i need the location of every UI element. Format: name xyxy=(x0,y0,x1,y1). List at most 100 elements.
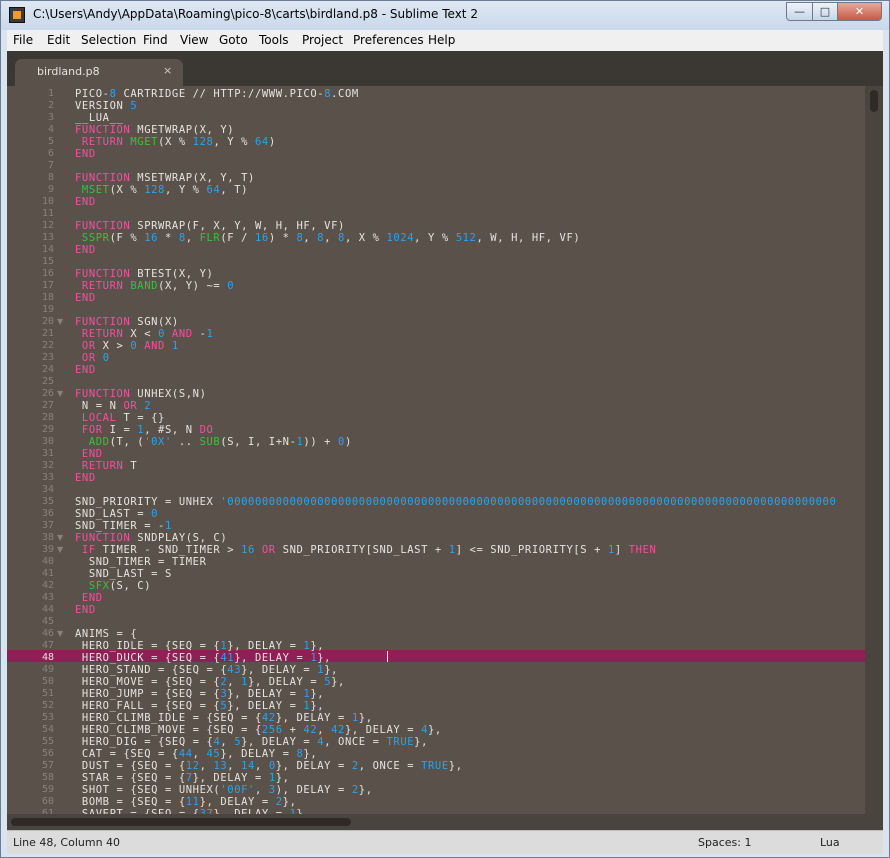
code-token: SPRWRAP(F, X, Y, W, H, HF, VF) xyxy=(130,220,345,232)
maximize-button[interactable]: □ xyxy=(812,2,838,21)
code-line[interactable]: SHOT = {SEQ = UNHEX('00F', 3), DELAY = 2… xyxy=(75,784,373,796)
code-line[interactable]: IF TIMER - SND_TIMER > 16 OR SND_PRIORIT… xyxy=(75,544,656,556)
code-line[interactable]: HERO_JUMP = {SEQ = {3}, DELAY = 1}, xyxy=(75,688,324,700)
menu-view[interactable]: View xyxy=(180,33,208,47)
code-line[interactable]: SND_TIMER = TIMER xyxy=(75,556,207,568)
menu-project[interactable]: Project xyxy=(302,33,343,47)
code-line[interactable]: SSPR(F % 16 * 8, FLR(F / 16) * 8, 8, 8, … xyxy=(75,232,580,244)
code-line[interactable]: END xyxy=(75,148,96,160)
code-line[interactable]: END xyxy=(75,196,96,208)
code-line[interactable]: END xyxy=(75,592,103,604)
code-token: DO xyxy=(199,424,214,436)
code-line[interactable]: FUNCTION MGETWRAP(X, Y) xyxy=(75,124,234,136)
code-line[interactable]: HERO_DIG = {SEQ = {4, 5}, DELAY = 4, ONC… xyxy=(75,736,428,748)
code-line[interactable]: END xyxy=(75,604,96,616)
code-editor[interactable]: 1 2 3 4 5 6 7 8 9 10 11 12 13 14 15 16 17 18 19 20 ▼ 21 22 23 24… xyxy=(7,86,883,830)
close-window-button[interactable]: ✕ xyxy=(837,2,882,21)
vertical-scrollbar[interactable] xyxy=(865,86,883,814)
code-token: 0 xyxy=(227,280,235,292)
code-token: '00F' xyxy=(220,784,255,796)
code-line[interactable]: ANIMS = { xyxy=(75,628,137,640)
fold-arrow-icon[interactable]: ▼ xyxy=(57,628,63,640)
menu-find[interactable]: Find xyxy=(143,33,168,47)
code-line[interactable]: FUNCTION SGN(X) xyxy=(75,316,179,328)
code-line[interactable]: END xyxy=(75,364,96,376)
code-token: THEN xyxy=(628,544,657,556)
code-line[interactable]: FUNCTION UNHEX(S,N) xyxy=(75,388,207,400)
code-line[interactable]: LOCAL T = {} xyxy=(75,412,165,424)
code-line[interactable]: END xyxy=(75,292,96,304)
title-bar[interactable]: C:\Users\Andy\AppData\Roaming\pico-8\car… xyxy=(1,1,889,30)
menu-edit[interactable]: Edit xyxy=(47,33,70,47)
code-token: MSETWRAP(X, Y, T) xyxy=(130,172,255,184)
code-line[interactable]: END xyxy=(75,448,103,460)
code-line[interactable]: STAR = {SEQ = {7}, DELAY = 1}, xyxy=(75,772,290,784)
code-line[interactable]: DUST = {SEQ = {12, 13, 14, 0}, DELAY = 2… xyxy=(75,760,463,772)
tab-label: birdland.p8 xyxy=(37,65,100,78)
code-token: , ONCE = xyxy=(358,760,422,772)
code-line[interactable]: __LUA__ xyxy=(75,112,123,124)
code-line[interactable]: OR 0 xyxy=(75,352,110,364)
indentation-setting[interactable]: Spaces: 1 xyxy=(698,836,751,849)
code-line[interactable]: RETURN BAND(X, Y) ~= 0 xyxy=(75,280,234,292)
tab-birdland[interactable]: birdland.p8 × xyxy=(15,59,183,86)
code-line[interactable]: SND_PRIORITY = UNHEX '000000000000000000… xyxy=(75,496,836,508)
menu-preferences[interactable]: Preferences xyxy=(353,33,424,47)
code-line[interactable]: SFX(S, C) xyxy=(75,580,151,592)
code-line[interactable]: VERSION 5 xyxy=(75,100,137,112)
code-line[interactable]: END xyxy=(75,472,96,484)
menu-goto[interactable]: Goto xyxy=(219,33,248,47)
fold-arrow-icon[interactable]: ▼ xyxy=(57,316,63,328)
code-token: 1 xyxy=(164,520,172,532)
code-line[interactable]: FUNCTION SNDPLAY(S, C) xyxy=(75,532,227,544)
code-line[interactable]: END xyxy=(75,244,96,256)
code-line[interactable]: FUNCTION BTEST(X, Y) xyxy=(75,268,213,280)
code-token: }, DELAY = xyxy=(275,712,352,724)
tab-close-icon[interactable]: × xyxy=(163,64,172,77)
code-line[interactable]: ADD(T, ('0X' .. SUB(S, I, I+N-1)) + 0) xyxy=(75,436,352,448)
code-line[interactable]: RETURN MGET(X % 128, Y % 64) xyxy=(75,136,276,148)
code-line[interactable]: HERO_STAND = {SEQ = {43}, DELAY = 1}, xyxy=(75,664,338,676)
code-line[interactable]: OR X > 0 AND 1 xyxy=(75,340,179,352)
code-line[interactable]: FOR I = 1, #S, N DO xyxy=(75,424,213,436)
code-line[interactable]: MSET(X % 128, Y % 64, T) xyxy=(75,184,248,196)
code-line[interactable]: FUNCTION SPRWRAP(F, X, Y, W, H, HF, VF) xyxy=(75,220,345,232)
vertical-scroll-thumb[interactable] xyxy=(870,90,878,112)
code-token: FUNCTION xyxy=(75,124,131,136)
code-token: END xyxy=(75,196,96,208)
code-line[interactable]: RETURN X < 0 AND -1 xyxy=(75,328,213,340)
code-line[interactable]: PICO-8 CARTRIDGE // HTTP://WWW.PICO-8.CO… xyxy=(75,88,359,100)
code-line[interactable]: SND_TIMER = -1 xyxy=(75,520,172,532)
menu-tools[interactable]: Tools xyxy=(259,33,289,47)
code-line[interactable]: HERO_IDLE = {SEQ = {1}, DELAY = 1}, xyxy=(75,640,324,652)
code-line[interactable]: HERO_FALL = {SEQ = {5}, DELAY = 1}, xyxy=(75,700,324,712)
code-token: , xyxy=(227,760,242,772)
fold-arrow-icon[interactable]: ▼ xyxy=(57,544,63,556)
code-area[interactable]: PICO-8 CARTRIDGE // HTTP://WWW.PICO-8.CO… xyxy=(75,86,865,814)
line-number: 44 xyxy=(41,604,54,615)
code-token: TRUE xyxy=(421,760,449,772)
fold-arrow-icon[interactable]: ▼ xyxy=(57,532,63,544)
code-line[interactable]: HERO_CLIMB_IDLE = {SEQ = {42}, DELAY = 1… xyxy=(75,712,373,724)
minimize-button[interactable]: — xyxy=(786,2,813,21)
horizontal-scrollbar[interactable] xyxy=(7,814,883,830)
code-line[interactable]: SND_LAST = S xyxy=(75,568,172,580)
code-line[interactable]: FUNCTION MSETWRAP(X, Y, T) xyxy=(75,172,255,184)
horizontal-scroll-thumb[interactable] xyxy=(11,818,351,826)
fold-arrow-icon[interactable]: ▼ xyxy=(57,388,63,400)
code-token: }, xyxy=(303,748,318,760)
code-line[interactable]: SND_LAST = 0 xyxy=(75,508,158,520)
code-line[interactable]: RETURN T xyxy=(75,460,137,472)
code-line[interactable]: CAT = {SEQ = {44, 45}, DELAY = 8}, xyxy=(75,748,317,760)
code-token: END xyxy=(75,292,96,304)
syntax-language[interactable]: Lua xyxy=(820,836,840,849)
menu-help[interactable]: Help xyxy=(428,33,455,47)
menu-selection[interactable]: Selection xyxy=(81,33,136,47)
code-line[interactable]: BOMB = {SEQ = {11}, DELAY = 2}, xyxy=(75,796,297,808)
code-line[interactable]: HERO_CLIMB_MOVE = {SEQ = {256 + 42, 42},… xyxy=(75,724,442,736)
code-line[interactable]: HERO_MOVE = {SEQ = {2, 1}, DELAY = 5}, xyxy=(75,676,345,688)
menu-file[interactable]: File xyxy=(13,33,33,47)
code-line[interactable]: HERO_DUCK = {SEQ = {41}, DELAY = 1}, xyxy=(75,652,331,664)
code-line[interactable]: N = N OR 2 xyxy=(75,400,151,412)
